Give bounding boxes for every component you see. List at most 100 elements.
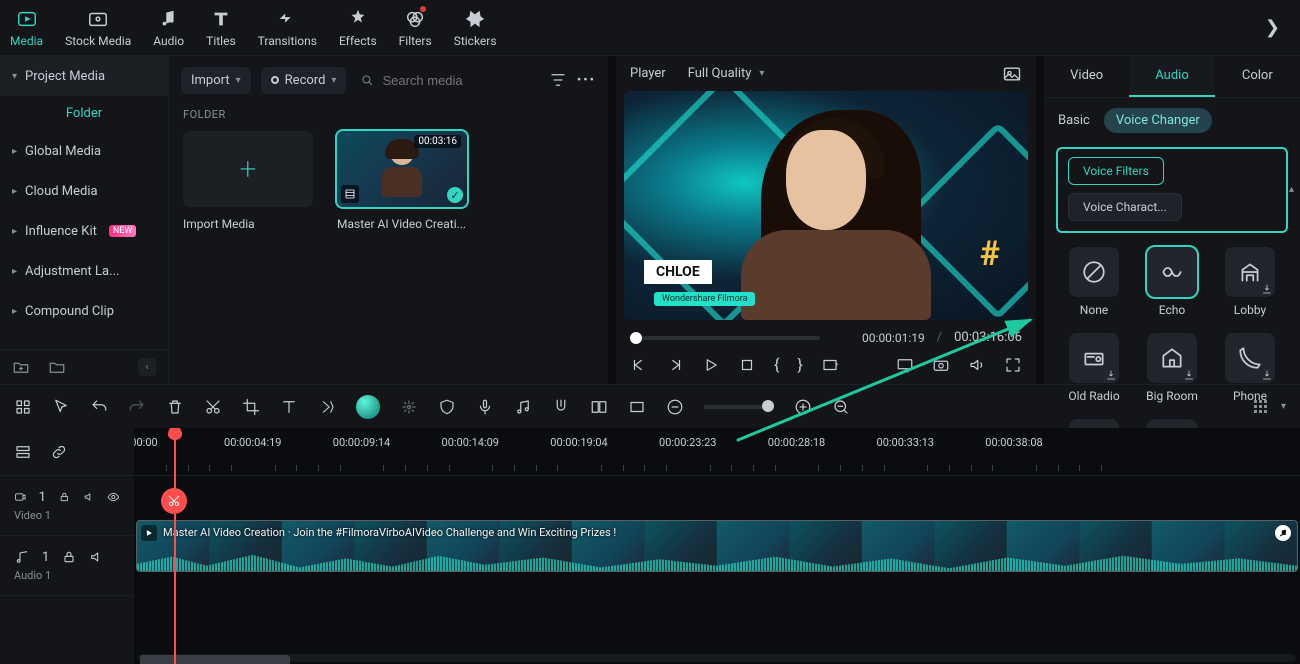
voice-filters-button[interactable]: Voice Filters bbox=[1068, 157, 1164, 185]
import-button[interactable]: Import▾ bbox=[181, 67, 251, 94]
filter-icon[interactable] bbox=[549, 71, 567, 89]
next-frame-icon[interactable] bbox=[666, 356, 684, 374]
timeline-link-icon[interactable] bbox=[50, 443, 68, 461]
undo-icon[interactable] bbox=[90, 398, 108, 416]
more-menu[interactable]: ••• bbox=[577, 73, 596, 88]
import-media-cell[interactable]: + Import Media bbox=[183, 131, 313, 231]
camera-icon[interactable] bbox=[932, 356, 950, 374]
tab-video[interactable]: Video bbox=[1044, 56, 1129, 97]
clip-play-icon bbox=[141, 525, 157, 541]
panel-collapse-icon[interactable]: ▴ bbox=[1289, 184, 1294, 195]
sidebar-project-media[interactable]: ▾ Project Media bbox=[0, 56, 168, 96]
split-screen-icon[interactable] bbox=[590, 398, 608, 416]
time-ruler[interactable]: 00:0000:00:04:1900:00:09:1400:00:14:0900… bbox=[134, 428, 1300, 476]
module-stock-media[interactable]: Stock Media bbox=[65, 8, 131, 48]
zoom-slider[interactable] bbox=[704, 405, 774, 409]
add-folder-icon[interactable] bbox=[12, 358, 30, 376]
subtab-basic[interactable]: Basic bbox=[1058, 113, 1090, 128]
effect-old-radio[interactable]: Old Radio bbox=[1060, 333, 1128, 403]
module-titles[interactable]: Titles bbox=[206, 8, 235, 48]
modules-scroll-right[interactable]: ❯ bbox=[1255, 17, 1290, 38]
search-media[interactable] bbox=[356, 66, 538, 94]
record-button[interactable]: Record▾ bbox=[261, 67, 347, 94]
module-audio[interactable]: Audio bbox=[153, 8, 184, 48]
audio-track-header[interactable]: 1 Audio 1 bbox=[0, 536, 134, 596]
tab-audio[interactable]: Audio bbox=[1129, 56, 1214, 97]
tab-color[interactable]: Color bbox=[1215, 56, 1300, 97]
effect-lobby[interactable]: Lobby bbox=[1216, 247, 1284, 317]
cut-marker[interactable] bbox=[161, 488, 187, 514]
collapse-sidebar[interactable]: ‹ bbox=[138, 358, 156, 376]
module-transitions[interactable]: Transitions bbox=[258, 8, 317, 48]
media-clip[interactable]: 00:03:16 ✓ Master AI Video Creati... bbox=[337, 131, 467, 231]
subtab-voice-changer[interactable]: Voice Changer bbox=[1104, 108, 1212, 133]
folder-icon[interactable] bbox=[48, 358, 66, 376]
mute-icon[interactable] bbox=[83, 489, 96, 505]
delete-icon[interactable] bbox=[166, 398, 184, 416]
mute-icon[interactable] bbox=[89, 549, 105, 565]
module-media[interactable]: Media bbox=[10, 8, 43, 48]
snapshot-icon[interactable] bbox=[1002, 64, 1022, 84]
text-tool-icon[interactable] bbox=[280, 398, 298, 416]
ruler-tick: 00:00:09:14 bbox=[333, 436, 390, 449]
shield-icon[interactable] bbox=[438, 398, 456, 416]
lock-icon[interactable] bbox=[61, 549, 77, 565]
stickers-icon bbox=[464, 8, 486, 30]
tool-pointer-icon[interactable] bbox=[52, 398, 70, 416]
voice-characters-button[interactable]: Voice Charact... bbox=[1068, 193, 1182, 221]
tool-grid-icon[interactable] bbox=[14, 398, 32, 416]
magnet-icon[interactable] bbox=[552, 398, 570, 416]
module-filters[interactable]: Filters bbox=[399, 8, 432, 48]
hash-decor: # bbox=[980, 234, 1000, 274]
module-stickers[interactable]: Stickers bbox=[454, 8, 497, 48]
aspect-icon[interactable] bbox=[628, 398, 646, 416]
media-panel: Import▾ Record▾ ••• FOLDER + Import Medi… bbox=[168, 56, 608, 384]
timeline-layers-icon[interactable] bbox=[14, 443, 32, 461]
sidebar-adjustment-layer[interactable]: ▸Adjustment La... bbox=[0, 251, 168, 291]
music-tool-icon[interactable] bbox=[514, 398, 532, 416]
prev-frame-icon[interactable] bbox=[630, 356, 648, 374]
effect-echo[interactable]: Echo bbox=[1138, 247, 1206, 317]
preview[interactable]: # CHLOE Wondershare Filmora bbox=[624, 91, 1028, 320]
track-body[interactable]: 00:0000:00:04:1900:00:09:1400:00:14:0900… bbox=[134, 428, 1300, 664]
more-tools-icon[interactable] bbox=[318, 398, 336, 416]
scrub-track[interactable] bbox=[630, 336, 820, 340]
video-track-header[interactable]: 1 Video 1 bbox=[0, 476, 134, 536]
sidebar-influence-kit[interactable]: ▸Influence KitNEW bbox=[0, 211, 168, 251]
sidebar-compound-clip[interactable]: ▸Compound Clip bbox=[0, 291, 168, 331]
effect-phone[interactable]: Phone bbox=[1216, 333, 1284, 403]
ai-tool-icon[interactable] bbox=[356, 395, 380, 419]
fullscreen-icon[interactable] bbox=[1004, 356, 1022, 374]
sidebar-global-media[interactable]: ▸Global Media bbox=[0, 131, 168, 171]
effect-big-room[interactable]: Big Room bbox=[1138, 333, 1206, 403]
visibility-icon[interactable] bbox=[107, 489, 120, 505]
sidebar-cloud-media[interactable]: ▸Cloud Media bbox=[0, 171, 168, 211]
volume-icon[interactable] bbox=[968, 356, 986, 374]
stop-icon[interactable] bbox=[738, 356, 756, 374]
mark-in[interactable]: { bbox=[774, 355, 779, 374]
search-input[interactable] bbox=[382, 73, 534, 88]
crop-icon[interactable] bbox=[242, 398, 260, 416]
module-effects[interactable]: Effects bbox=[339, 8, 377, 48]
new-badge: NEW bbox=[109, 225, 137, 237]
sparkle-icon[interactable] bbox=[400, 398, 418, 416]
zoom-out-icon[interactable] bbox=[666, 398, 684, 416]
redo-icon[interactable] bbox=[128, 398, 146, 416]
video-clip[interactable]: Master AI Video Creation · Join the #Fil… bbox=[136, 520, 1298, 572]
play-icon[interactable] bbox=[702, 356, 720, 374]
timeline-scrollbar[interactable] bbox=[138, 654, 1296, 662]
effect-none[interactable]: None bbox=[1060, 247, 1128, 317]
mark-out[interactable]: } bbox=[797, 355, 802, 374]
zoom-fit-icon[interactable] bbox=[832, 398, 850, 416]
playhead[interactable] bbox=[174, 428, 176, 664]
plus-icon: + bbox=[240, 152, 257, 187]
mic-icon[interactable] bbox=[476, 398, 494, 416]
quality-select[interactable]: Full Quality▾ bbox=[682, 62, 771, 85]
zoom-in-icon[interactable] bbox=[794, 398, 812, 416]
cut-icon[interactable] bbox=[204, 398, 222, 416]
display-icon[interactable] bbox=[896, 356, 914, 374]
ruler-tick: 00:00:04:19 bbox=[224, 436, 281, 449]
aspect-select[interactable] bbox=[821, 356, 839, 374]
sidebar-folder[interactable]: Folder bbox=[0, 96, 168, 131]
lock-icon[interactable] bbox=[58, 489, 71, 505]
